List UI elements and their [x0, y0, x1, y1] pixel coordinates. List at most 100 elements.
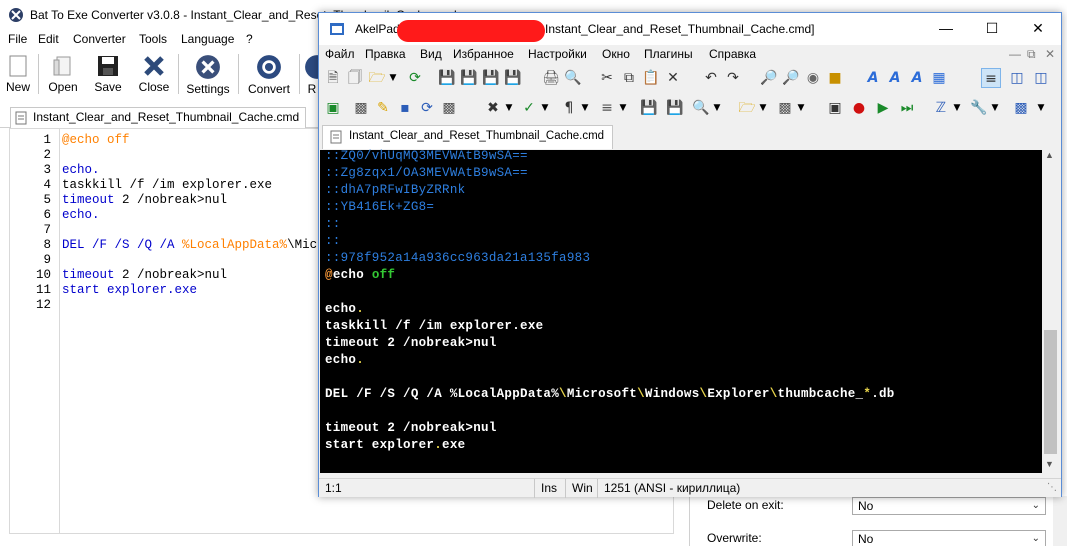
menu-edit[interactable]: Edit	[38, 32, 59, 46]
reopen-icon[interactable]: ⟳	[405, 68, 425, 88]
color-table-icon[interactable]: ▦	[929, 68, 949, 88]
macro-stop-icon[interactable]: ▣	[825, 98, 845, 118]
split-vertical-icon[interactable]: ◫	[1007, 68, 1027, 88]
coder-icon[interactable]: ▣	[323, 98, 343, 118]
print-icon[interactable]: 🖨	[541, 68, 561, 88]
akelpad-text-area[interactable]: ::ZQ0/vhUqMQ3MEVWAtB9wSA== ::Zg8zqx1/OA3…	[320, 149, 1042, 473]
mdi-minimize-icon[interactable]: —	[1009, 47, 1021, 61]
chevron-down-icon[interactable]: ▼	[535, 98, 555, 118]
insert-mode[interactable]: Ins	[534, 479, 563, 498]
menu-tools[interactable]: Tools	[139, 32, 167, 46]
save-close-icon[interactable]: 💾	[503, 68, 523, 88]
font-icon[interactable]: A	[863, 68, 883, 88]
menu-help[interactable]: ?	[246, 32, 253, 46]
menu-edit[interactable]: Правка	[365, 47, 406, 61]
menu-file[interactable]: Файл	[325, 47, 355, 61]
macro-play-icon[interactable]: ▶	[873, 98, 893, 118]
new-file-icon[interactable]: 🗎	[323, 68, 343, 88]
minimize-button[interactable]: —	[923, 13, 969, 43]
chevron-down-icon[interactable]: ▼	[791, 98, 811, 118]
menu-language[interactable]: Language	[181, 32, 234, 46]
scroll-up-icon[interactable]: ▲	[1045, 150, 1054, 160]
chevron-down-icon[interactable]: ▼	[707, 98, 727, 118]
macro-record-icon[interactable]: ●	[849, 98, 869, 118]
overwrite-select[interactable]: No ⌄	[852, 530, 1046, 546]
mdi-close-icon[interactable]: ✕	[1045, 47, 1055, 61]
save-icon[interactable]: 💾	[437, 68, 457, 88]
line-ending[interactable]: Win	[565, 479, 599, 498]
chevron-down-icon[interactable]: ▼	[575, 98, 595, 118]
split-horizontal-icon[interactable]: ◫	[1031, 68, 1051, 88]
scripts-icon[interactable]: ▩	[439, 98, 459, 118]
options-scrollbar[interactable]	[1053, 496, 1067, 546]
mdi-restore-icon[interactable]: ⧉	[1027, 47, 1036, 62]
bte-file-tab[interactable]: Instant_Clear_and_Reset_Thumbnail_Cache.…	[10, 107, 307, 128]
find-icon[interactable]: 🔎	[759, 68, 779, 88]
code-line: timeout 2 /nobreak>nul	[325, 336, 497, 350]
settings-button[interactable]: Settings	[183, 52, 233, 96]
encoding[interactable]: 1251 (ANSI - кириллица)	[597, 479, 746, 498]
close-button[interactable]: Close	[134, 52, 174, 96]
menu-plugins[interactable]: Плагины	[644, 47, 693, 61]
chevron-down-icon[interactable]: ▼	[383, 68, 403, 88]
akelpad-title-bar: AkelPad - Instant_Clear_and_Reset_Thumbn…	[319, 13, 1061, 45]
chevron-down-icon[interactable]: ▼	[947, 98, 967, 118]
print-preview-icon[interactable]: 🔍	[563, 68, 583, 88]
open-button[interactable]: Open	[44, 52, 82, 96]
akelpad-file-tab[interactable]: Instant_Clear_and_Reset_Thumbnail_Cache.…	[322, 125, 614, 149]
save-all-icon[interactable]: 💾	[481, 68, 501, 88]
menu-settings[interactable]: Настройки	[528, 47, 587, 61]
delete-on-exit-label: Delete on exit:	[707, 498, 784, 512]
convert-button[interactable]: Convert	[244, 52, 294, 96]
undo-icon[interactable]: ↶	[701, 68, 721, 88]
menu-window[interactable]: Окно	[602, 47, 630, 61]
macro-play-multiple-icon[interactable]: ⏭	[897, 98, 917, 118]
menu-view[interactable]: Вид	[420, 47, 442, 61]
save-button[interactable]: Save	[90, 52, 126, 96]
delete-icon[interactable]: ✕	[663, 68, 683, 88]
save-session-icon[interactable]: 💾	[639, 98, 659, 118]
menu-converter[interactable]: Converter	[73, 32, 126, 46]
font-color-icon[interactable]: A	[885, 68, 905, 88]
bookmark-icon[interactable]: ■	[825, 68, 845, 88]
menu-favorites[interactable]: Избранное	[453, 47, 514, 61]
word-wrap-icon[interactable]: ≡	[981, 68, 1001, 88]
chevron-down-icon[interactable]: ▼	[985, 98, 1005, 118]
redo-icon[interactable]: ↷	[723, 68, 743, 88]
font-bg-icon[interactable]: A	[907, 68, 927, 88]
code-token: off	[371, 268, 396, 282]
overwrite-value: No	[858, 532, 874, 546]
vertical-scrollbar[interactable]: ▲ ▼	[1042, 150, 1059, 473]
code-line: taskkill /f /im explorer.exe	[325, 319, 544, 333]
overwrite-label: Overwrite:	[707, 531, 762, 545]
status-bar: 1:1 Ins Win 1251 (ANSI - кириллица) ⋱	[319, 478, 1061, 498]
menu-file[interactable]: File	[8, 32, 27, 46]
highlight-icon[interactable]: ✎	[373, 98, 393, 118]
cut-icon[interactable]: ✂	[597, 68, 617, 88]
line-number: 6	[43, 208, 51, 222]
find-replace-icon[interactable]: 🔎	[781, 68, 801, 88]
resize-grip-icon[interactable]: ⋱	[1047, 482, 1057, 493]
maximize-button[interactable]: ☐	[969, 13, 1015, 43]
chevron-down-icon[interactable]: ▼	[1031, 98, 1051, 118]
notes-icon[interactable]: ▩	[1011, 98, 1031, 118]
new-button[interactable]: New	[2, 52, 34, 96]
paste-icon[interactable]: 📋	[641, 68, 661, 88]
save-as-icon[interactable]: 💾	[459, 68, 479, 88]
load-session-icon[interactable]: 💾	[665, 98, 685, 118]
new-window-icon[interactable]: 🗍	[345, 68, 365, 88]
menu-help[interactable]: Справка	[709, 47, 756, 61]
scrollbar-thumb[interactable]	[1044, 330, 1057, 454]
delete-on-exit-select[interactable]: No ⌄	[852, 497, 1046, 515]
encoding-icon[interactable]: ▩	[351, 98, 371, 118]
window-close-button[interactable]: ✕	[1015, 13, 1061, 43]
format-icon[interactable]: ▪	[395, 98, 415, 118]
chevron-down-icon[interactable]: ▼	[499, 98, 519, 118]
close-x-icon	[144, 56, 164, 76]
scroll-down-icon[interactable]: ▼	[1045, 459, 1054, 469]
goto-icon[interactable]: ◉	[803, 68, 823, 88]
copy-icon[interactable]: ⧉	[619, 68, 639, 88]
chevron-down-icon[interactable]: ▼	[613, 98, 633, 118]
chevron-down-icon[interactable]: ▼	[753, 98, 773, 118]
refresh-icon[interactable]: ⟳	[417, 98, 437, 118]
